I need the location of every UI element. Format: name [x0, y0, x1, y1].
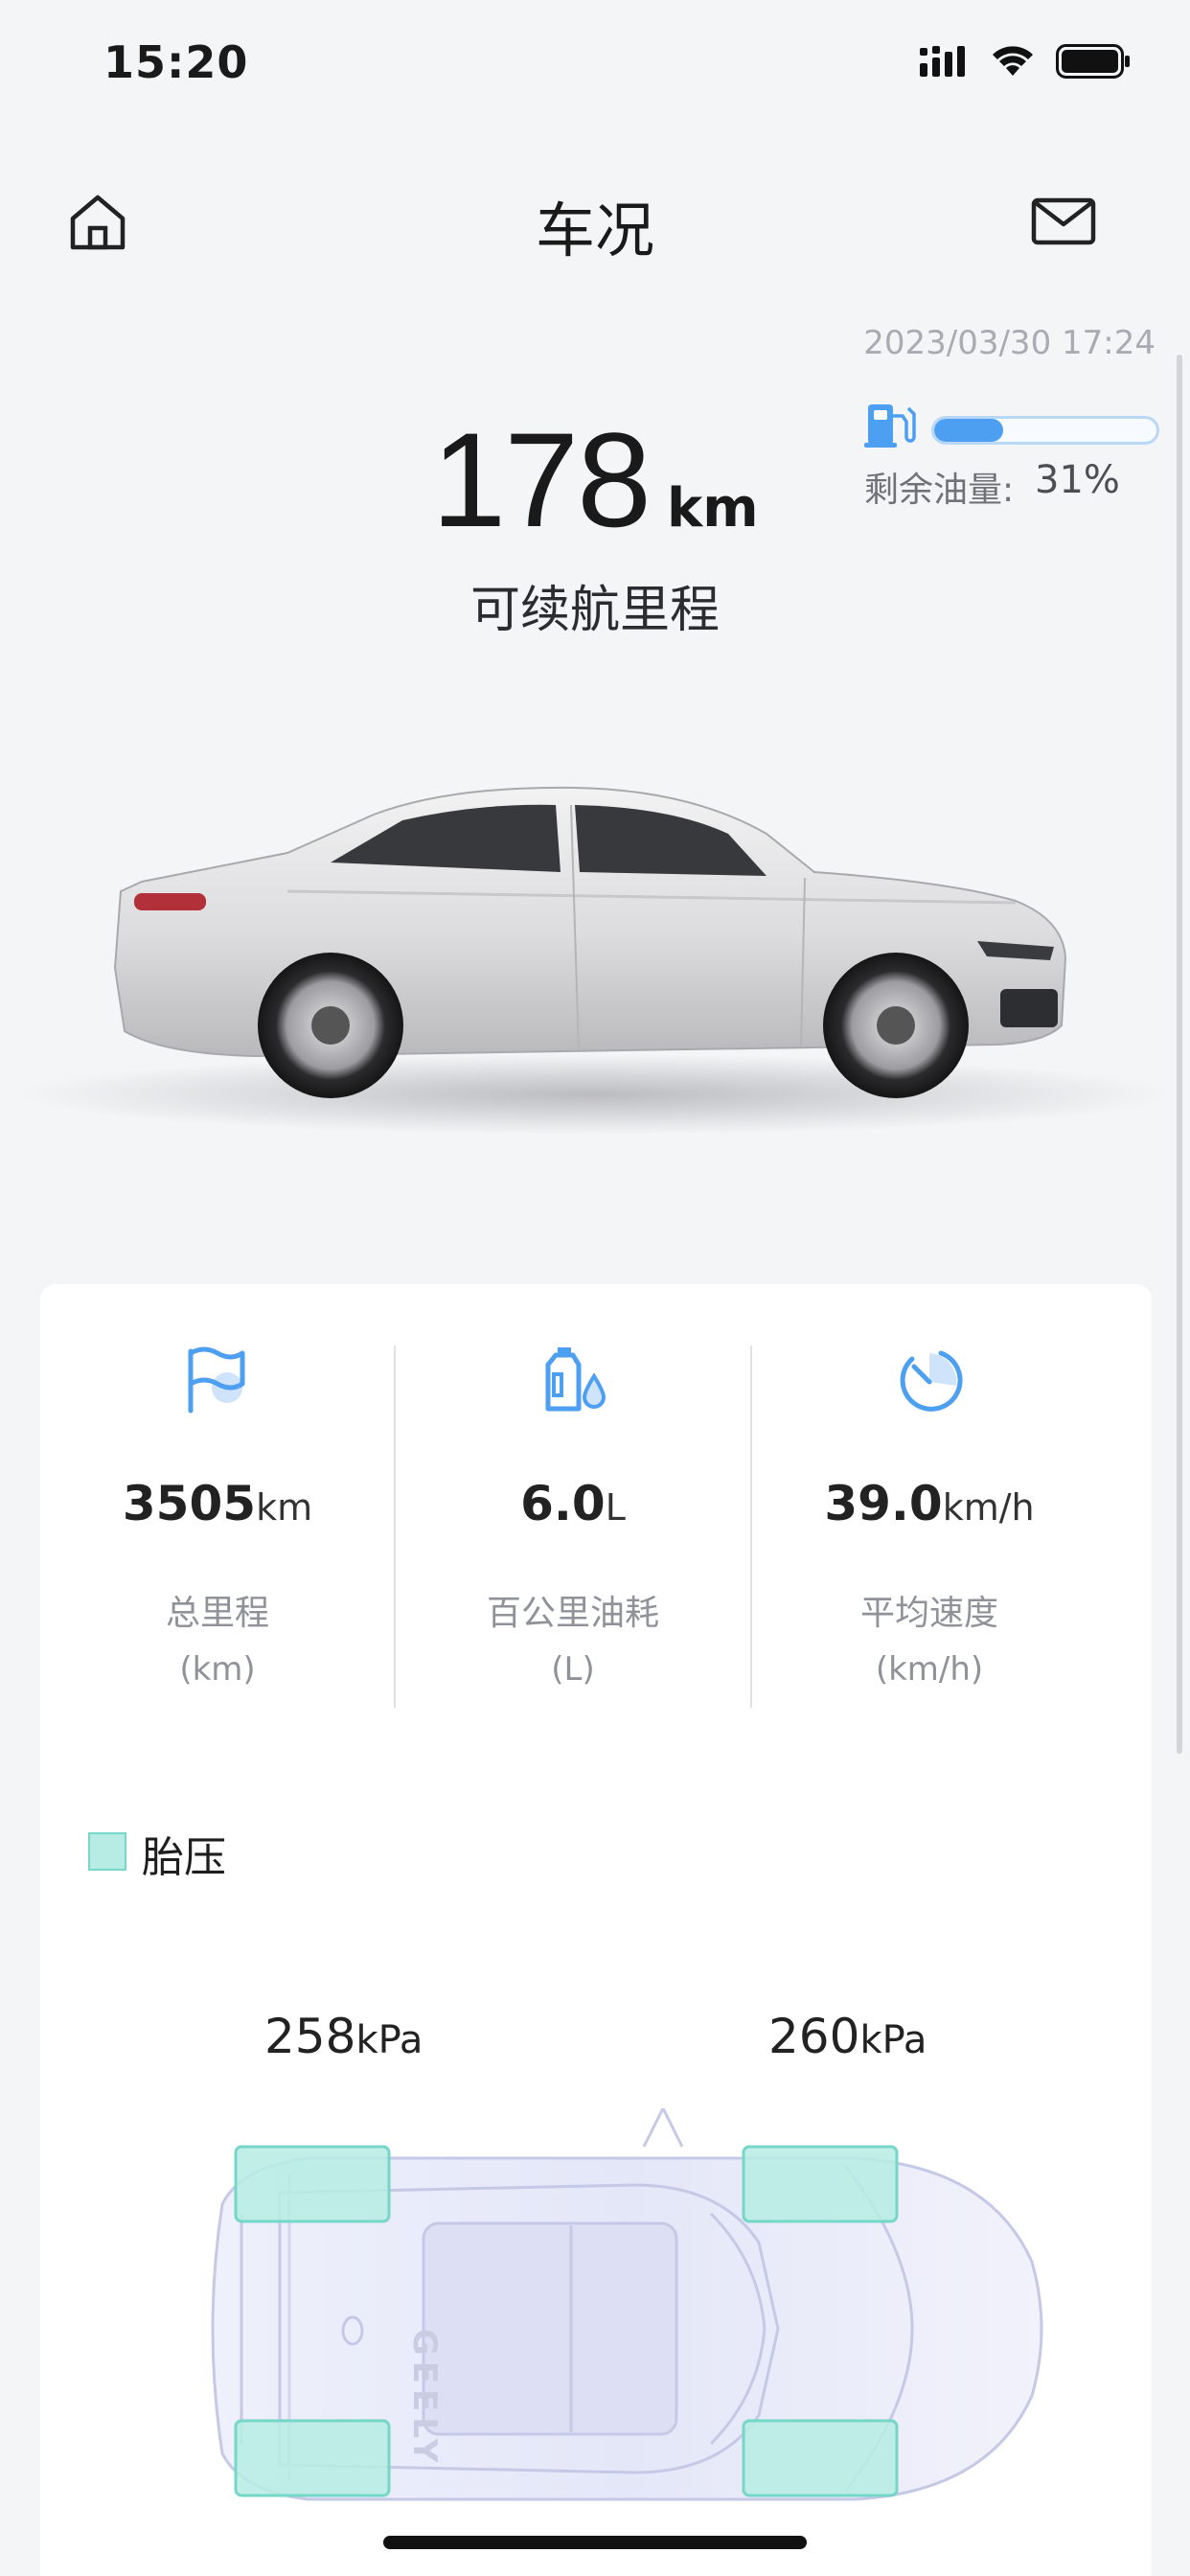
stat-label: 百公里油耗 [486, 1594, 659, 1633]
car-side-image [19, 786, 1169, 1135]
wifi-icon [993, 46, 1033, 76]
stat-label: 平均速度 [859, 1594, 998, 1633]
tire-front-right-pressure: 260kPa [768, 2009, 927, 2064]
tire-legend-swatch [88, 1832, 126, 1871]
tire-pressure-unit: kPa [859, 2018, 927, 2062]
flag-icon [188, 1346, 245, 1414]
vehicle-stats-card: 3505km 总里程 (km) 6.0L 百公里油耗 (L) 39.0km/h [40, 1284, 1152, 2576]
vehicle-status-screen: 15:20 车况 2023/03/30 17:24 剩余油量: 31% 178 … [0, 0, 1190, 2576]
stat-sublabel: (L) [551, 1650, 595, 1689]
car-top-view-diagram: GEELY [211, 2108, 1043, 2501]
stat-total-mileage: 3505km 总里程 (km) [40, 1342, 395, 1689]
stat-sublabel: (km/h) [875, 1650, 984, 1689]
stat-value: 6.0 [520, 1476, 606, 1531]
stat-unit: L [605, 1486, 626, 1529]
tire-front-right [742, 2145, 899, 2223]
nav-bar: 车况 [0, 163, 1190, 278]
stat-value: 3505 [122, 1476, 257, 1531]
tire-pressure-value: 260 [768, 2009, 860, 2064]
range-unit: km [667, 477, 759, 540]
stat-average-speed: 39.0km/h 平均速度 (km/h) [751, 1342, 1108, 1689]
speedometer-icon [900, 1350, 963, 1412]
stat-value: 39.0 [824, 1476, 943, 1531]
stat-label: 总里程 [165, 1594, 269, 1633]
update-timestamp: 2023/03/30 17:24 [863, 324, 1156, 362]
tire-pressure-value: 258 [264, 2009, 356, 2064]
stat-fuel-consumption: 6.0L 百公里油耗 (L) [395, 1342, 751, 1689]
status-icons [920, 44, 1131, 79]
range-display: 178 km [0, 402, 1190, 558]
oil-can-icon [545, 1347, 606, 1412]
page-title: 车况 [535, 196, 654, 265]
range-label: 可续航里程 [469, 582, 720, 639]
brand-logo-text: GEELY [405, 2329, 444, 2468]
status-time: 15:20 [103, 36, 249, 88]
stat-sublabel: (km) [179, 1650, 256, 1689]
stat-unit: km/h [942, 1486, 1035, 1529]
range-value: 178 [431, 404, 652, 555]
status-bar: 15:20 [0, 0, 1190, 125]
cellular-signal-icon [920, 46, 965, 77]
tire-rear-left [234, 2419, 391, 2497]
mail-icon[interactable] [1031, 197, 1096, 245]
tire-pressure-title: 胎压 [142, 1833, 226, 1882]
scrollbar[interactable] [1177, 355, 1182, 1754]
tire-front-left [234, 2145, 391, 2223]
battery-icon [1056, 44, 1130, 79]
home-indicator[interactable] [383, 2536, 807, 2549]
tire-pressure-unit: kPa [355, 2018, 423, 2062]
tire-front-left-pressure: 258kPa [264, 2009, 423, 2064]
stat-unit: km [256, 1486, 313, 1529]
tire-rear-right [742, 2419, 899, 2497]
